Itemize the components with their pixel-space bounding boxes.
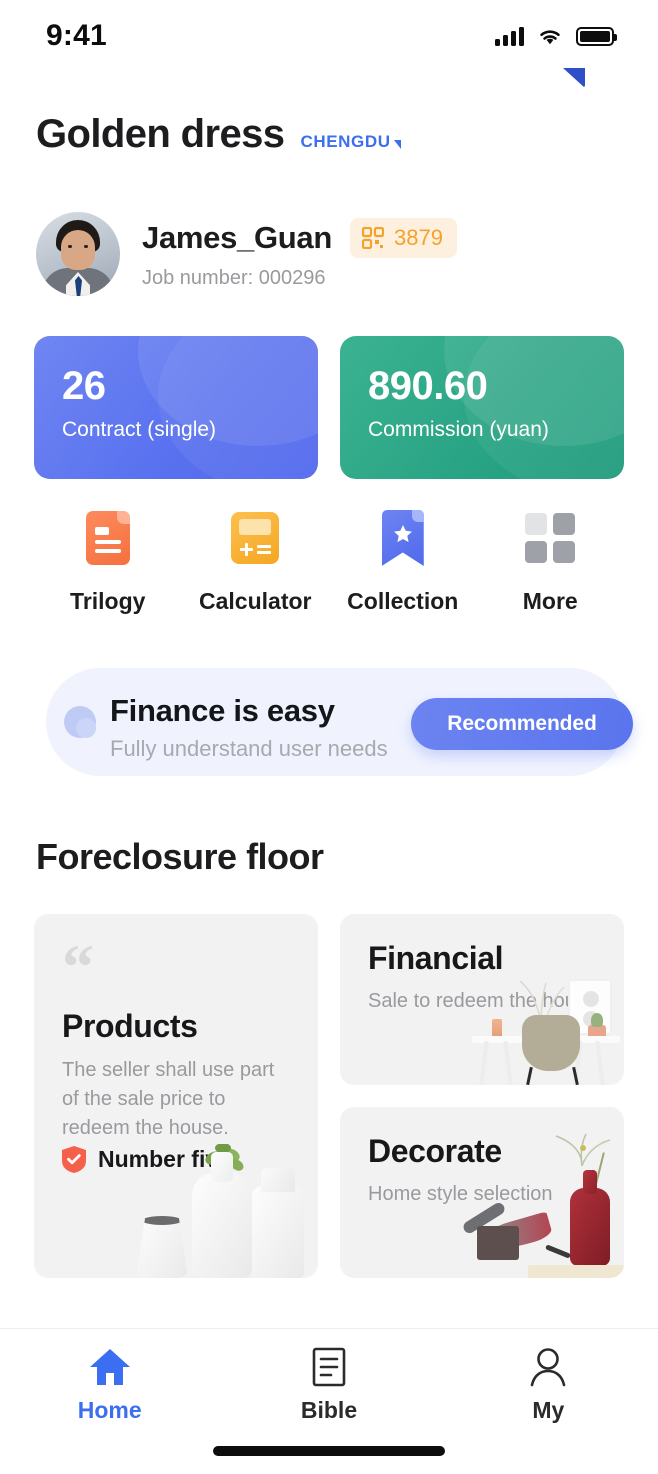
tab-label: My — [532, 1396, 565, 1423]
decorative-dot-icon — [64, 706, 96, 738]
app-screen: 9:41 Golden dress CHENGDU James_Guan 387… — [0, 0, 658, 1474]
card-title: Products — [62, 1008, 198, 1044]
tab-home[interactable]: Home — [0, 1329, 219, 1441]
tab-label: Home — [77, 1396, 142, 1423]
home-icon — [89, 1348, 130, 1385]
card-decorate[interactable]: Decorate Home style selection — [340, 1107, 624, 1278]
quick-action-label: More — [522, 588, 578, 614]
stat-card-contract[interactable]: 26 Contract (single) — [34, 336, 318, 479]
status-bar: 9:41 — [0, 0, 658, 72]
quick-action-label: Calculator — [199, 588, 312, 614]
desk-and-chair-photo — [464, 965, 624, 1085]
signal-bars-icon — [495, 26, 524, 46]
card-description: The seller shall use part of the sale pr… — [62, 1059, 275, 1139]
battery-full-icon — [576, 26, 617, 46]
quick-actions: Trilogy Calculator Collection More — [34, 510, 624, 615]
qr-points-badge[interactable]: 3879 — [350, 218, 457, 258]
section-title: Foreclosure floor — [36, 836, 324, 877]
grid-icon — [522, 510, 578, 566]
quick-action-label: Collection — [347, 588, 459, 614]
city-label: CHENGDU — [300, 132, 391, 151]
wifi-icon — [540, 29, 560, 44]
person-icon — [531, 1347, 566, 1386]
calculator-icon — [227, 510, 283, 566]
bottom-tab-bar: Home Bible My — [0, 1328, 658, 1474]
status-icons — [495, 26, 617, 46]
quick-action-collection[interactable]: Collection — [329, 510, 477, 615]
user-name: James_Guan — [142, 220, 332, 255]
quick-action-label: Trilogy — [70, 588, 146, 614]
stat-label: Contract (single) — [62, 418, 217, 441]
stat-label: Commission (yuan) — [368, 418, 549, 441]
banner-title: Finance is easy — [110, 693, 335, 728]
cards-column-left: “ Products The seller shall use part of … — [34, 914, 318, 1278]
qr-points-count: 3879 — [394, 225, 443, 250]
banner-text: Finance is easy Fully understand user ne… — [110, 693, 388, 762]
bird-sculpture-and-red-vase-photo — [449, 1133, 624, 1278]
avatar[interactable] — [36, 212, 120, 296]
name-row: James_Guan 3879 — [142, 218, 457, 258]
qr-code-icon — [362, 227, 384, 249]
card-financial[interactable]: Financial Sale to redeem the house. — [340, 914, 624, 1085]
quote-mark-icon: “ — [62, 931, 94, 1002]
profile-row[interactable]: James_Guan 3879 Job number: 000296 — [36, 212, 457, 296]
foreclosure-cards: “ Products The seller shall use part of … — [34, 914, 624, 1278]
page-title: Golden dress — [36, 112, 285, 156]
city-selector[interactable]: CHENGDU — [300, 132, 401, 152]
quick-action-more[interactable]: More — [477, 510, 625, 615]
caret-down-icon — [393, 139, 401, 149]
quick-action-calculator[interactable]: Calculator — [182, 510, 330, 615]
profile-info: James_Guan 3879 Job number: 000296 — [142, 218, 457, 290]
tab-list: Home Bible My — [0, 1329, 658, 1441]
recommended-button-label: Recommended — [447, 712, 597, 735]
bookmark-star-icon — [375, 510, 431, 566]
stat-cards: 26 Contract (single) 890.60 Commission (… — [34, 336, 624, 479]
status-time: 9:41 — [46, 19, 107, 52]
banner-subtitle: Fully understand user needs — [110, 736, 388, 761]
white-ceramic-vases-photo — [130, 1144, 310, 1278]
tab-bible[interactable]: Bible — [219, 1329, 438, 1441]
recommended-button[interactable]: Recommended — [411, 698, 633, 750]
tab-my[interactable]: My — [439, 1329, 658, 1441]
document-icon — [80, 510, 136, 566]
cards-column-right: Financial Sale to redeem the house. Deco… — [340, 914, 624, 1278]
card-products[interactable]: “ Products The seller shall use part of … — [34, 914, 318, 1278]
quick-action-trilogy[interactable]: Trilogy — [34, 510, 182, 615]
stat-value: 890.60 — [368, 364, 488, 408]
document-lines-icon — [312, 1347, 346, 1386]
home-indicator[interactable] — [213, 1446, 445, 1456]
job-number: Job number: 000296 — [142, 267, 326, 289]
shield-check-icon — [62, 1146, 86, 1173]
stat-value: 26 — [62, 364, 106, 408]
tab-label: Bible — [300, 1396, 358, 1423]
stat-card-commission[interactable]: 890.60 Commission (yuan) — [340, 336, 624, 479]
page-header: Golden dress CHENGDU — [36, 112, 401, 157]
